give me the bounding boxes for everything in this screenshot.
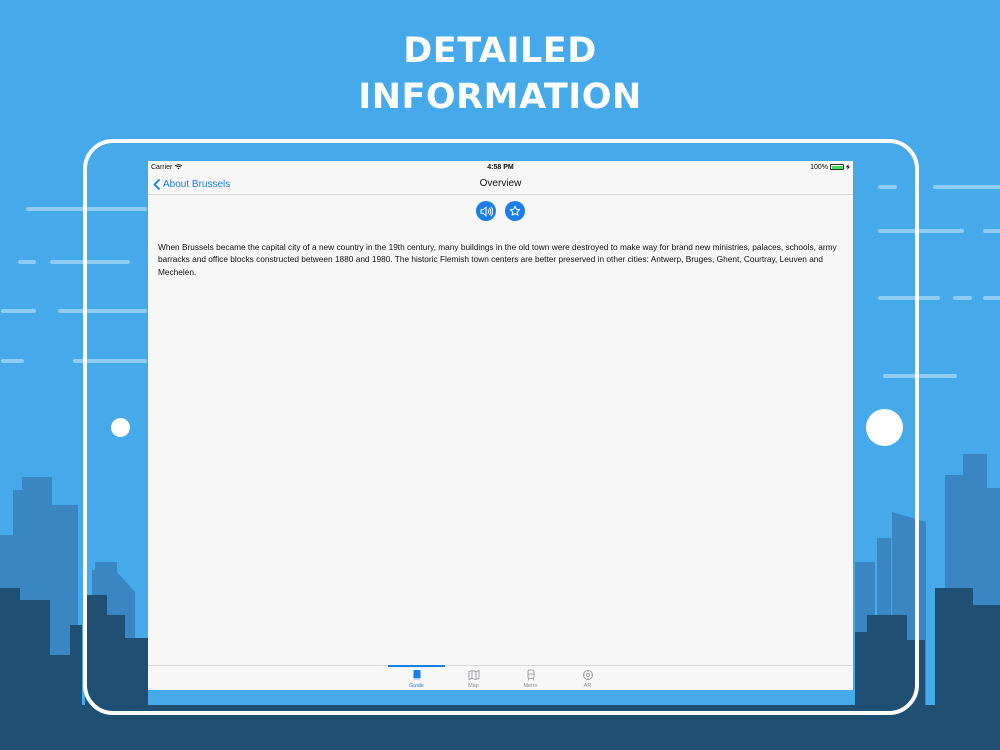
- overview-text: When Brussels became the capital city of…: [158, 242, 837, 277]
- headline-line-2: INFORMATION: [358, 77, 642, 117]
- wifi-icon: [175, 164, 183, 170]
- tab-guide[interactable]: Guide: [388, 665, 445, 690]
- tab-map-label: Map: [468, 683, 479, 689]
- tab-metro[interactable]: Metro: [502, 666, 559, 690]
- status-bar: Carrier 4:58 PM 100%: [148, 161, 853, 173]
- tablet-camera: [111, 418, 130, 437]
- favorite-button[interactable]: [505, 201, 525, 221]
- tab-bar: Guide Map Metro AR: [148, 665, 853, 690]
- status-left: Carrier: [151, 163, 183, 171]
- battery-icon: [830, 164, 844, 170]
- ar-gear-icon: [582, 670, 593, 680]
- charging-icon: [846, 164, 850, 170]
- train-icon: [527, 669, 534, 681]
- carrier-label: Carrier: [151, 163, 173, 171]
- navigation-bar: About Brussels Overview: [148, 173, 853, 195]
- action-buttons: [148, 201, 853, 221]
- tab-map[interactable]: Map: [445, 666, 502, 690]
- battery-percent: 100%: [810, 163, 828, 171]
- tab-ar[interactable]: AR: [559, 666, 616, 690]
- chevron-left-icon: [153, 178, 160, 190]
- tab-guide-label: Guide: [409, 683, 424, 689]
- app-screen: Carrier 4:58 PM 100% About Brussels Over…: [148, 161, 853, 690]
- star-icon: [509, 205, 521, 216]
- tab-list: Guide Map Metro AR: [388, 665, 616, 690]
- headline-line-1: DETAILED: [403, 31, 597, 71]
- tab-ar-label: AR: [583, 683, 592, 689]
- audio-button[interactable]: [476, 201, 496, 221]
- status-time: 4:58 PM: [487, 163, 514, 171]
- map-icon: [468, 669, 479, 681]
- page-title: Overview: [479, 178, 522, 189]
- tablet-home-button: [866, 409, 903, 446]
- status-right: 100%: [810, 164, 850, 171]
- headline: DETAILED INFORMATION: [0, 28, 1000, 120]
- back-button-label: About Brussels: [163, 178, 231, 190]
- back-button[interactable]: About Brussels: [153, 176, 230, 192]
- tab-metro-label: Metro: [523, 683, 538, 689]
- speaker-icon: [480, 205, 493, 217]
- book-icon: [413, 670, 420, 680]
